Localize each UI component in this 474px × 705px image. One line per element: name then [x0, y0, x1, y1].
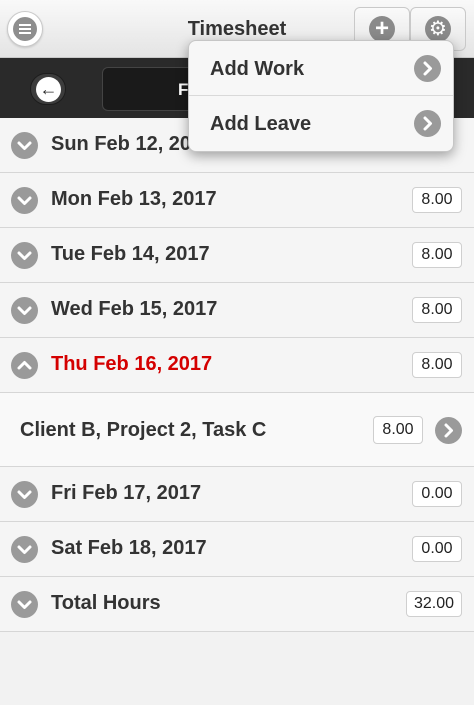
- day-hours: 8.00: [412, 297, 462, 323]
- chevron-down-icon[interactable]: [11, 132, 38, 159]
- chevron-down-icon[interactable]: [11, 591, 38, 618]
- day-row-today[interactable]: Thu Feb 16, 2017 8.00: [0, 338, 474, 393]
- menu-item-add-work[interactable]: Add Work: [189, 41, 453, 96]
- day-label: Fri Feb 17, 2017: [51, 482, 202, 504]
- menu-item-label: Add Work: [210, 58, 305, 80]
- chevron-down-icon[interactable]: [11, 481, 38, 508]
- time-entry-row[interactable]: Client B, Project 2, Task C 8.00: [0, 393, 474, 467]
- total-hours-row[interactable]: Total Hours 32.00: [0, 577, 474, 632]
- day-row[interactable]: Fri Feb 17, 2017 0.00: [0, 467, 474, 522]
- day-label: Sat Feb 18, 2017: [51, 537, 207, 559]
- timesheet-list: Sun Feb 12, 20 Mon Feb 13, 2017 8.00 Tue…: [0, 118, 474, 632]
- day-label: Sun Feb 12, 20: [51, 133, 192, 155]
- time-entry-label: Client B, Project 2, Task C: [20, 419, 267, 441]
- chevron-down-icon[interactable]: [11, 242, 38, 269]
- back-button[interactable]: ←: [30, 73, 66, 105]
- chevron-down-icon[interactable]: [11, 187, 38, 214]
- arrow-left-icon: ←: [36, 77, 61, 102]
- day-hours: 8.00: [412, 242, 462, 268]
- total-hours-label: Total Hours: [51, 592, 161, 614]
- time-entry-hours: 8.00: [373, 416, 423, 444]
- plus-icon: +: [369, 16, 395, 42]
- day-label-today: Thu Feb 16, 2017: [51, 353, 213, 375]
- chevron-right-icon: [414, 55, 441, 82]
- day-row[interactable]: Mon Feb 13, 2017 8.00: [0, 173, 474, 228]
- day-row[interactable]: Wed Feb 15, 2017 8.00: [0, 283, 474, 338]
- menu-item-label: Add Leave: [210, 113, 312, 135]
- chevron-down-icon[interactable]: [11, 536, 38, 563]
- menu-item-add-leave[interactable]: Add Leave: [189, 96, 453, 151]
- total-hours-value: 32.00: [405, 591, 462, 617]
- chevron-right-icon[interactable]: [435, 417, 462, 444]
- gear-icon: ⚙: [425, 16, 451, 42]
- chevron-down-icon[interactable]: [11, 297, 38, 324]
- chevron-up-icon[interactable]: [11, 352, 38, 379]
- day-label: Tue Feb 14, 2017: [51, 243, 210, 265]
- day-hours: 8.00: [412, 187, 462, 213]
- add-popup-menu: Add Work Add Leave: [188, 40, 454, 152]
- day-hours: 8.00: [412, 352, 462, 378]
- day-hours: 0.00: [412, 481, 462, 507]
- day-label: Wed Feb 15, 2017: [51, 298, 218, 320]
- day-label: Mon Feb 13, 2017: [51, 188, 217, 210]
- day-row[interactable]: Sat Feb 18, 2017 0.00: [0, 522, 474, 577]
- day-hours: 0.00: [412, 536, 462, 562]
- chevron-right-icon: [414, 110, 441, 137]
- day-row[interactable]: Tue Feb 14, 2017 8.00: [0, 228, 474, 283]
